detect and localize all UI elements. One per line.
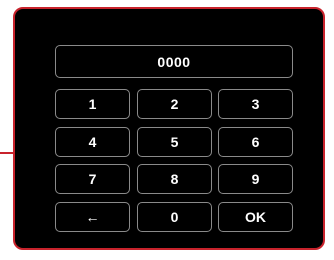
- backspace-button[interactable]: ←: [55, 202, 130, 232]
- key-0-button[interactable]: 0: [137, 202, 212, 232]
- key-7-button[interactable]: 7: [55, 164, 130, 194]
- key-4-button[interactable]: 4: [55, 127, 130, 157]
- key-5-button[interactable]: 5: [137, 127, 212, 157]
- key-9-button[interactable]: 9: [218, 164, 293, 194]
- key-3-button[interactable]: 3: [218, 89, 293, 119]
- keypad-panel: 0000 1 2 3 4 5 6 7 8 9 ← 0 OK: [13, 7, 325, 250]
- key-1-button[interactable]: 1: [55, 89, 130, 119]
- key-8-button[interactable]: 8: [137, 164, 212, 194]
- pin-display: 0000: [55, 45, 293, 78]
- connector-line: [0, 152, 14, 154]
- key-6-button[interactable]: 6: [218, 127, 293, 157]
- ok-button[interactable]: OK: [218, 202, 293, 232]
- key-2-button[interactable]: 2: [137, 89, 212, 119]
